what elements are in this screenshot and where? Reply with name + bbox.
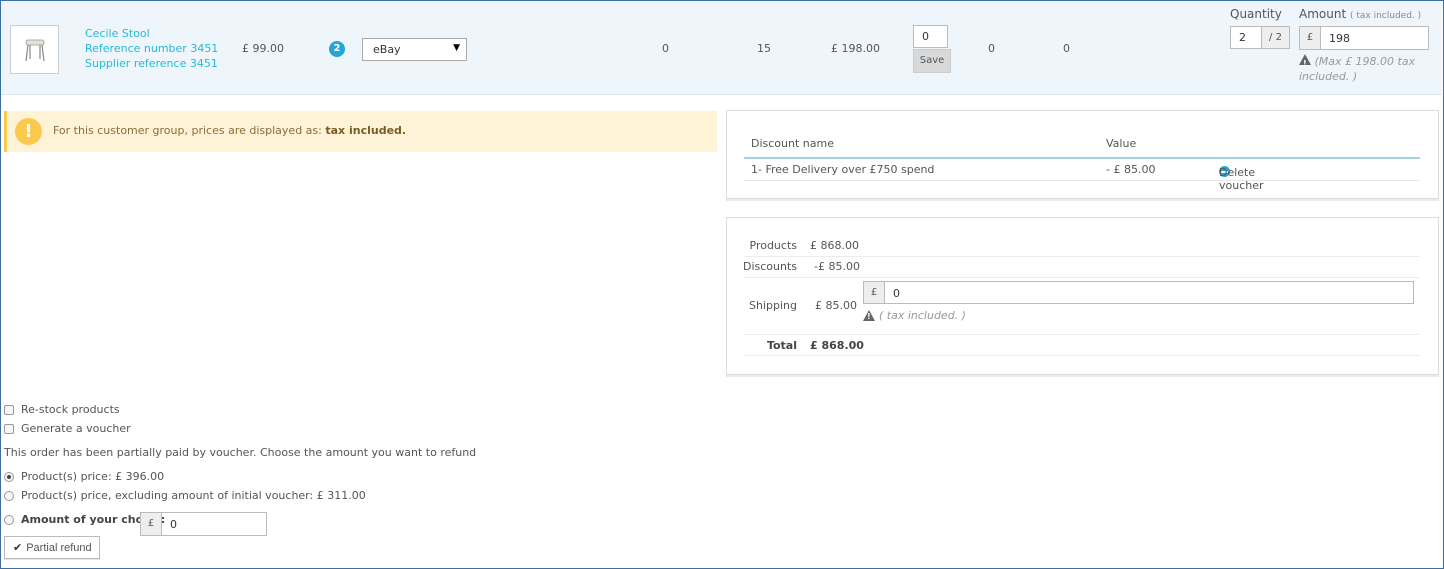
discounts-value: -£ 85.00 [814, 260, 860, 273]
shipping-refund-value[interactable]: 0 [885, 282, 900, 303]
returned-qty: 0 [988, 42, 995, 55]
refunded-qty: 0 [662, 42, 669, 55]
products-value: £ 868.00 [810, 239, 859, 252]
table-row: 1- Free Delivery over £750 spend - £ 85.… [744, 160, 1420, 192]
restock-option[interactable]: Re-stock products [4, 403, 120, 416]
total-label: Total [766, 339, 797, 352]
product-thumbnail[interactable] [10, 25, 59, 74]
check-icon: ✔ [13, 542, 23, 554]
total-value: £ 868.00 [810, 339, 864, 352]
partial-voucher-note: This order has been partially paid by vo… [4, 446, 477, 459]
product-supplier-reference-link[interactable]: Supplier reference 3451 [85, 57, 218, 70]
radio-product-price-option[interactable]: Product(s) price: £ 396.00 [4, 470, 164, 483]
amount-tax-note: ( tax included. ) [1349, 11, 1422, 21]
warehouse-select[interactable]: eBay ▼ [362, 38, 467, 61]
quantity-label: Quantity [1230, 7, 1282, 21]
warning-icon [1299, 54, 1311, 71]
shipped-qty: 0 [1063, 42, 1070, 55]
products-label: Products [749, 239, 798, 252]
product-total: £ 198.00 [831, 42, 880, 55]
refund-quantity-input[interactable]: 2 / 2 [1230, 26, 1290, 49]
custom-amount-currency: £ [141, 513, 162, 535]
amount-label: Amount ( tax included. ) [1299, 7, 1422, 21]
quantity-badge: 2 [329, 41, 345, 57]
discount-value: - £ 85.00 [1106, 163, 1156, 176]
totals-panel: Products £ 868.00 Discounts -£ 85.00 Shi… [726, 217, 1439, 375]
product-name-link[interactable]: Cecile Stool [85, 27, 150, 40]
available-qty: 15 [757, 42, 771, 55]
caret-down-icon: ▼ [453, 43, 460, 53]
totals-discounts-row: Discounts -£ 85.00 [742, 258, 1420, 278]
shipping-currency-addon: £ [864, 282, 885, 303]
totals-products-row: Products £ 868.00 [744, 237, 1420, 257]
refund-quantity-max: / 2 [1262, 27, 1289, 48]
product-reference-link[interactable]: Reference number 3451 [85, 42, 218, 55]
totals-total-row: Total £ 868.00 [744, 336, 1420, 356]
radio-product-price[interactable] [4, 471, 14, 482]
radio-excluding-voucher-option[interactable]: Product(s) price, excluding amount of in… [4, 489, 366, 502]
unit-price: £ 99.00 [242, 42, 284, 55]
currency-addon: £ [1300, 27, 1321, 49]
discounts-panel: Discount name Value 1- Free Delivery ove… [726, 110, 1439, 199]
refund-amount-value[interactable]: 198 [1321, 27, 1350, 49]
custom-amount-input[interactable]: £ 0 [140, 512, 267, 536]
partial-refund-button[interactable]: ✔ Partial refund [4, 536, 100, 559]
discounts-label: Discounts [742, 260, 797, 273]
generate-voucher-checkbox[interactable] [4, 423, 14, 434]
product-row: Cecile Stool Reference number 3451 Suppl… [1, 1, 1442, 95]
exclamation-icon: ! [15, 118, 42, 145]
generate-voucher-option[interactable]: Generate a voucher [4, 422, 131, 435]
discount-name-header: Discount name [751, 137, 834, 150]
refund-amount-input[interactable]: £ 198 [1299, 26, 1429, 50]
radio-amount-choice[interactable] [4, 514, 14, 525]
shipping-label: Shipping [749, 299, 797, 312]
custom-amount-value[interactable]: 0 [162, 513, 177, 535]
alert-strong: tax included. [325, 124, 407, 137]
warehouse-select-value: eBay [373, 43, 401, 56]
tax-alert: ! For this customer group, prices are di… [4, 111, 717, 152]
shipping-tax-note: ( tax included. ) [863, 309, 966, 322]
stool-image-icon [24, 39, 45, 61]
discounts-table-header: Discount name Value [744, 137, 1420, 159]
restock-checkbox[interactable] [4, 404, 14, 415]
discount-name: 1- Free Delivery over £750 spend [751, 163, 935, 176]
warning-icon [863, 310, 875, 321]
shipping-refund-input[interactable]: £ 0 [863, 281, 1414, 304]
shipping-value: £ 85.00 [815, 299, 857, 312]
save-button[interactable]: Save [913, 49, 951, 73]
discount-value-header: Value [1106, 137, 1137, 150]
refund-quantity-value[interactable]: 2 [1231, 27, 1262, 48]
max-amount-note: (Max £ 198.00 tax included. ) [1299, 54, 1429, 84]
alert-text: For this customer group, prices are disp… [53, 124, 407, 137]
edit-quantity-input[interactable]: 0 [913, 25, 948, 48]
radio-excluding-voucher[interactable] [4, 490, 14, 501]
